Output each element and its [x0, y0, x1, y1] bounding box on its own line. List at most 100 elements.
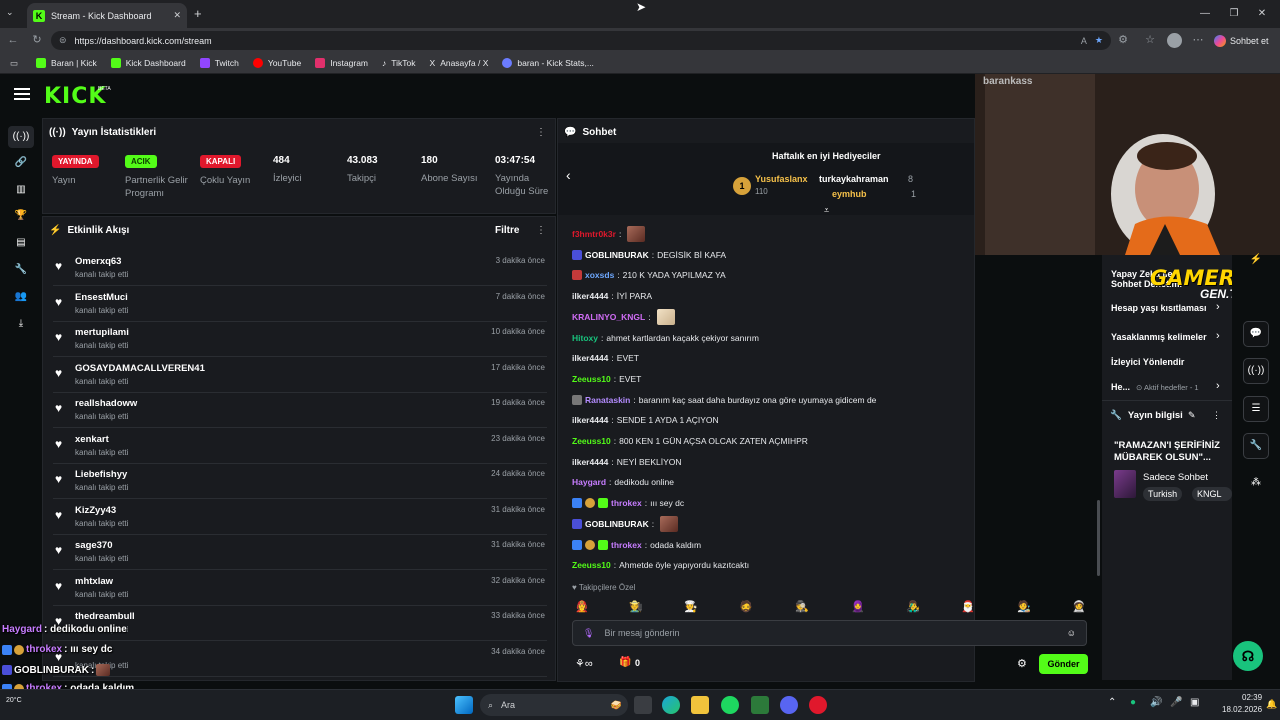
copilot-button[interactable]: Sohbet et — [1214, 31, 1276, 50]
media-icon[interactable]: ▤ — [8, 232, 34, 254]
chat-settings-icon[interactable]: ⚙ — [1017, 657, 1027, 670]
feed-item[interactable]: ♥ reallshadoww kanalı takip etti 19 dakika … — [53, 393, 547, 428]
upload-icon[interactable]: ⤓ — [8, 313, 34, 335]
feed-menu-icon[interactable]: ⋮ — [536, 225, 546, 236]
chat-scrollbar[interactable] — [1097, 500, 1100, 576]
feed-item[interactable]: ♥ mhtxlaw kanalı takip etti 32 dakika önce — [53, 571, 547, 606]
chat-username[interactable]: Haygard — [572, 477, 606, 487]
close-tab-icon[interactable]: ✕ — [173, 10, 181, 21]
category-thumbnail[interactable] — [1114, 470, 1136, 498]
feed-item[interactable]: ♥kanalı takip etti34 dakika önce — [53, 642, 547, 677]
tag-chip[interactable]: KNGL — [1192, 487, 1232, 501]
chat-icon[interactable]: 💬 — [1243, 321, 1269, 347]
feed-item[interactable]: ♥ mertupilami kanalı takip etti 10 dakika ö… — [53, 322, 547, 357]
chat-username[interactable]: Zeeuss10 — [572, 560, 611, 570]
feed-item[interactable]: ♥ EnsestMuci kanalı takip etti 7 dakika önc… — [53, 287, 547, 322]
feed-username[interactable]: Omerxq63 — [75, 256, 121, 267]
trophy-icon[interactable]: 🏆 — [8, 205, 34, 227]
account-age-item[interactable]: Hesap yaşı kısıtlaması — [1111, 303, 1207, 313]
bookmark-item[interactable]: Instagram — [315, 58, 368, 68]
favorites-icon[interactable]: ☆ — [1142, 32, 1158, 48]
file-explorer-icon[interactable] — [691, 696, 709, 714]
new-tab-icon[interactable]: + — [194, 6, 202, 21]
filter-button[interactable]: Filtre — [495, 225, 519, 236]
browser-tab[interactable]: K Stream - Kick Dashboard ✕ — [27, 3, 187, 28]
chat-input[interactable]: 🎙 Bir mesaj gönderin ☺ — [572, 620, 1087, 646]
feed-item[interactable]: ♥ thedreambull kanalı takip etti 33 dakika … — [53, 606, 547, 641]
feed-username[interactable]: mertupilami — [75, 327, 129, 338]
more-menu-icon[interactable]: ⋯ — [1190, 32, 1206, 48]
feed-username[interactable]: sage370 — [75, 540, 113, 551]
chat-username[interactable]: ilker4444 — [572, 291, 608, 301]
profile-avatar[interactable] — [1167, 33, 1182, 48]
emote-button[interactable]: 👩‍🚒 — [575, 600, 589, 613]
feed-username[interactable]: thedreambull — [75, 611, 135, 622]
broadcast-icon[interactable]: ((·)) — [1243, 358, 1269, 384]
redirect-viewers-item[interactable]: İzleyici Yönlendir — [1111, 357, 1184, 367]
app-red-icon[interactable] — [809, 696, 827, 714]
chat-username[interactable]: KRALINYO_KNGL — [572, 312, 645, 322]
feed-username[interactable]: mhtxlaw — [75, 576, 113, 587]
volume-icon[interactable]: 🔊 — [1150, 697, 1162, 708]
extensions-icon[interactable]: ⚙ — [1115, 32, 1131, 48]
windows-start-icon[interactable] — [455, 696, 473, 714]
emote-button[interactable]: 🎅 — [961, 600, 975, 613]
chat-username[interactable]: ilker4444 — [572, 457, 608, 467]
feed-username[interactable]: EnsestMuci — [75, 292, 128, 303]
feed-username[interactable]: GOSAYDAMACALLVEREN41 — [75, 363, 205, 374]
info-menu-icon[interactable]: ⋮ — [1212, 410, 1221, 421]
microphone-icon[interactable]: 🎙 — [583, 628, 594, 639]
gifter-name[interactable]: turkaykahraman — [819, 174, 889, 184]
weather-widget[interactable]: 20°C — [6, 697, 22, 704]
chevron-left-icon[interactable]: ‹ — [566, 167, 571, 183]
favorite-star-icon[interactable]: ★ — [1095, 35, 1103, 46]
chat-username[interactable]: GOBLINBURAK — [585, 250, 649, 260]
bookmark-item[interactable]: Baran | Kick — [36, 58, 97, 68]
tab-list-icon[interactable]: ⌄ — [6, 7, 20, 21]
spotify-icon[interactable] — [721, 696, 739, 714]
chat-username[interactable]: throkex — [611, 498, 642, 508]
chat-username[interactable]: f3hmtr0k3r — [572, 229, 616, 239]
feed-username[interactable]: reallshadoww — [75, 398, 137, 409]
reload-icon[interactable]: ↻ — [29, 32, 45, 48]
chat-username[interactable]: Ranataskin — [585, 395, 630, 405]
task-view-icon[interactable] — [634, 696, 652, 714]
emote-button[interactable]: 👨‍🎤 — [906, 600, 920, 613]
lightning-icon[interactable]: ⚡ — [1243, 248, 1269, 274]
wrench-icon[interactable]: 🔧 — [1243, 433, 1269, 459]
feed-item[interactable]: ♥ Liebefishyy kanalı takip etti 24 dakika ö… — [53, 464, 547, 499]
gifter-name[interactable]: Yusufaslanx — [755, 174, 808, 184]
emote-button[interactable]: 🕵️ — [795, 600, 809, 613]
chat-username[interactable]: throkex — [611, 540, 642, 550]
feed-item[interactable]: ♥ xenkart kanalı takip etti 23 dakika önce — [53, 429, 547, 464]
users-icon[interactable]: 👥 — [8, 286, 34, 308]
stream-icon[interactable]: ((·)) — [8, 126, 34, 148]
feed-username[interactable]: xenkart — [75, 434, 109, 445]
chat-username[interactable]: GOBLINBURAK — [585, 519, 649, 529]
send-button[interactable]: Gönder — [1039, 654, 1088, 674]
expand-icon[interactable]: ⩡ — [824, 205, 829, 216]
taskbar-search[interactable]: ⌕ Ara 🥪 — [480, 694, 628, 716]
tray-overflow-icon[interactable]: ⌃ — [1108, 697, 1116, 708]
layout-icon[interactable]: ☰ — [1243, 396, 1269, 422]
address-bar[interactable]: ⊜ https://dashboard.kick.com/stream A ★ — [51, 31, 1111, 50]
emote-button[interactable]: 🧑‍🚀 — [1072, 600, 1086, 613]
chat-username[interactable]: Zeeuss10 — [572, 436, 611, 446]
feed-item[interactable]: ♥ KizZyy43 kanalı takip etti 31 dakika önce — [53, 500, 547, 535]
emote-button[interactable]: 🧔 — [739, 600, 753, 613]
category-name[interactable]: Sadece Sohbet — [1143, 472, 1208, 483]
back-icon[interactable]: ← — [5, 32, 21, 48]
support-button[interactable]: ☊ — [1233, 641, 1263, 671]
mod-tools-icon[interactable]: ⚘∞ — [575, 657, 593, 670]
bookmark-item[interactable]: ♪ TikTok — [382, 58, 416, 68]
emote-button[interactable]: 🧑‍🍳 — [684, 600, 698, 613]
minimize-icon[interactable]: — — [1195, 5, 1215, 23]
site-info-icon[interactable]: ⊜ — [59, 35, 67, 46]
emote-button[interactable]: 🧑‍🌾 — [629, 600, 643, 613]
gift-icon[interactable]: 🎁 — [619, 657, 631, 668]
wrench-icon[interactable]: 🔧 — [8, 259, 34, 281]
emoji-picker-icon[interactable]: ☺ — [1067, 628, 1076, 638]
goals-item[interactable]: He... — [1111, 382, 1130, 392]
edge-browser-icon[interactable] — [662, 696, 680, 714]
notifications-icon[interactable]: 🔔 — [1266, 699, 1277, 710]
